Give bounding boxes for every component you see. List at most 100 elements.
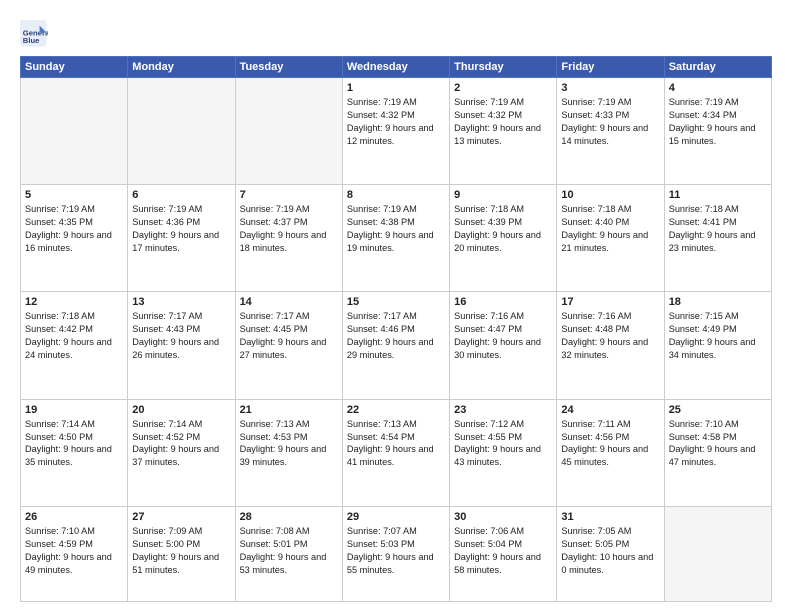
cell-info: Sunrise: 7:18 AMSunset: 4:39 PMDaylight:… bbox=[454, 203, 552, 255]
cell-info: Sunrise: 7:09 AMSunset: 5:00 PMDaylight:… bbox=[132, 525, 230, 577]
calendar-cell: 26Sunrise: 7:10 AMSunset: 4:59 PMDayligh… bbox=[21, 506, 128, 601]
day-number: 30 bbox=[454, 511, 552, 523]
calendar-cell: 9 Sunrise: 7:18 AMSunset: 4:39 PMDaylight… bbox=[450, 185, 557, 292]
calendar-header-row: SundayMondayTuesdayWednesdayThursdayFrid… bbox=[21, 57, 772, 78]
calendar-cell: 16 Sunrise: 7:16 AMSunset: 4:47 PMDayligh… bbox=[450, 292, 557, 399]
day-number: 16 bbox=[454, 296, 552, 308]
calendar-cell: 11Sunrise: 7:18 AMSunset: 4:41 PMDayligh… bbox=[664, 185, 771, 292]
day-header-saturday: Saturday bbox=[664, 57, 771, 78]
cell-info: Sunrise: 7:18 AMSunset: 4:40 PMDaylight:… bbox=[561, 203, 659, 255]
calendar-cell: 15Sunrise: 7:17 AMSunset: 4:46 PMDayligh… bbox=[342, 292, 449, 399]
cell-info: Sunrise: 7:19 AMSunset: 4:33 PMDaylight:… bbox=[561, 96, 659, 148]
calendar-cell: 4 Sunrise: 7:19 AMSunset: 4:34 PMDaylight… bbox=[664, 78, 771, 185]
calendar-cell bbox=[21, 78, 128, 185]
cell-info: Sunrise: 7:10 AMSunset: 4:58 PMDaylight:… bbox=[669, 418, 767, 470]
day-number: 6 bbox=[132, 189, 230, 201]
calendar-cell: 17 Sunrise: 7:16 AMSunset: 4:48 PMDayligh… bbox=[557, 292, 664, 399]
cell-info: Sunrise: 7:19 AMSunset: 4:32 PMDaylight:… bbox=[454, 96, 552, 148]
calendar-cell: 10 Sunrise: 7:18 AMSunset: 4:40 PMDayligh… bbox=[557, 185, 664, 292]
day-number: 22 bbox=[347, 404, 445, 416]
day-number: 29 bbox=[347, 511, 445, 523]
week-row-1: 5 Sunrise: 7:19 AMSunset: 4:35 PMDaylight… bbox=[21, 185, 772, 292]
calendar-cell: 18 Sunrise: 7:15 AMSunset: 4:49 PMDayligh… bbox=[664, 292, 771, 399]
day-number: 20 bbox=[132, 404, 230, 416]
calendar-cell: 25Sunrise: 7:10 AMSunset: 4:58 PMDayligh… bbox=[664, 399, 771, 506]
cell-info: Sunrise: 7:16 AMSunset: 4:48 PMDaylight:… bbox=[561, 310, 659, 362]
cell-info: Sunrise: 7:19 AMSunset: 4:34 PMDaylight:… bbox=[669, 96, 767, 148]
calendar-cell: 20 Sunrise: 7:14 AMSunset: 4:52 PMDayligh… bbox=[128, 399, 235, 506]
cell-info: Sunrise: 7:19 AMSunset: 4:32 PMDaylight:… bbox=[347, 96, 445, 148]
calendar-cell: 13Sunrise: 7:17 AMSunset: 4:43 PMDayligh… bbox=[128, 292, 235, 399]
calendar-cell: 27 Sunrise: 7:09 AMSunset: 5:00 PMDayligh… bbox=[128, 506, 235, 601]
day-header-tuesday: Tuesday bbox=[235, 57, 342, 78]
day-number: 27 bbox=[132, 511, 230, 523]
cell-info: Sunrise: 7:16 AMSunset: 4:47 PMDaylight:… bbox=[454, 310, 552, 362]
day-number: 28 bbox=[240, 511, 338, 523]
logo-icon: General Blue bbox=[20, 20, 48, 48]
calendar-cell bbox=[235, 78, 342, 185]
calendar-cell: 5 Sunrise: 7:19 AMSunset: 4:35 PMDaylight… bbox=[21, 185, 128, 292]
day-number: 19 bbox=[25, 404, 123, 416]
week-row-2: 12 Sunrise: 7:18 AMSunset: 4:42 PMDayligh… bbox=[21, 292, 772, 399]
cell-info: Sunrise: 7:13 AMSunset: 4:53 PMDaylight:… bbox=[240, 418, 338, 470]
day-number: 12 bbox=[25, 296, 123, 308]
cell-info: Sunrise: 7:18 AMSunset: 4:41 PMDaylight:… bbox=[669, 203, 767, 255]
cell-info: Sunrise: 7:08 AMSunset: 5:01 PMDaylight:… bbox=[240, 525, 338, 577]
day-number: 7 bbox=[240, 189, 338, 201]
cell-info: Sunrise: 7:18 AMSunset: 4:42 PMDaylight:… bbox=[25, 310, 123, 362]
cell-info: Sunrise: 7:17 AMSunset: 4:43 PMDaylight:… bbox=[132, 310, 230, 362]
cell-info: Sunrise: 7:12 AMSunset: 4:55 PMDaylight:… bbox=[454, 418, 552, 470]
calendar-cell: 22Sunrise: 7:13 AMSunset: 4:54 PMDayligh… bbox=[342, 399, 449, 506]
svg-text:Blue: Blue bbox=[23, 36, 40, 45]
day-number: 17 bbox=[561, 296, 659, 308]
page: General Blue SundayMondayTuesdayWednesda… bbox=[0, 0, 792, 612]
cell-info: Sunrise: 7:15 AMSunset: 4:49 PMDaylight:… bbox=[669, 310, 767, 362]
calendar-cell: 7Sunrise: 7:19 AMSunset: 4:37 PMDaylight… bbox=[235, 185, 342, 292]
cell-info: Sunrise: 7:19 AMSunset: 4:35 PMDaylight:… bbox=[25, 203, 123, 255]
day-header-wednesday: Wednesday bbox=[342, 57, 449, 78]
calendar-cell: 1 Sunrise: 7:19 AMSunset: 4:32 PMDaylight… bbox=[342, 78, 449, 185]
cell-info: Sunrise: 7:17 AMSunset: 4:46 PMDaylight:… bbox=[347, 310, 445, 362]
calendar-cell: 3Sunrise: 7:19 AMSunset: 4:33 PMDaylight… bbox=[557, 78, 664, 185]
calendar-cell: 28 Sunrise: 7:08 AMSunset: 5:01 PMDayligh… bbox=[235, 506, 342, 601]
day-number: 8 bbox=[347, 189, 445, 201]
day-number: 2 bbox=[454, 82, 552, 94]
day-number: 9 bbox=[454, 189, 552, 201]
cell-info: Sunrise: 7:11 AMSunset: 4:56 PMDaylight:… bbox=[561, 418, 659, 470]
week-row-4: 26Sunrise: 7:10 AMSunset: 4:59 PMDayligh… bbox=[21, 506, 772, 601]
day-number: 18 bbox=[669, 296, 767, 308]
cell-info: Sunrise: 7:14 AMSunset: 4:50 PMDaylight:… bbox=[25, 418, 123, 470]
logo: General Blue bbox=[20, 20, 52, 48]
day-number: 23 bbox=[454, 404, 552, 416]
day-number: 10 bbox=[561, 189, 659, 201]
calendar-table: SundayMondayTuesdayWednesdayThursdayFrid… bbox=[20, 56, 772, 602]
calendar-cell: 24 Sunrise: 7:11 AMSunset: 4:56 PMDayligh… bbox=[557, 399, 664, 506]
day-header-monday: Monday bbox=[128, 57, 235, 78]
cell-info: Sunrise: 7:19 AMSunset: 4:38 PMDaylight:… bbox=[347, 203, 445, 255]
week-row-0: 1 Sunrise: 7:19 AMSunset: 4:32 PMDaylight… bbox=[21, 78, 772, 185]
calendar-cell: 23 Sunrise: 7:12 AMSunset: 4:55 PMDayligh… bbox=[450, 399, 557, 506]
calendar-cell: 29 Sunrise: 7:07 AMSunset: 5:03 PMDayligh… bbox=[342, 506, 449, 601]
day-number: 31 bbox=[561, 511, 659, 523]
day-header-sunday: Sunday bbox=[21, 57, 128, 78]
calendar-cell bbox=[128, 78, 235, 185]
calendar-cell: 2 Sunrise: 7:19 AMSunset: 4:32 PMDaylight… bbox=[450, 78, 557, 185]
day-number: 5 bbox=[25, 189, 123, 201]
day-number: 26 bbox=[25, 511, 123, 523]
calendar-cell: 19 Sunrise: 7:14 AMSunset: 4:50 PMDayligh… bbox=[21, 399, 128, 506]
calendar-cell bbox=[664, 506, 771, 601]
calendar-cell: 21Sunrise: 7:13 AMSunset: 4:53 PMDayligh… bbox=[235, 399, 342, 506]
cell-info: Sunrise: 7:05 AMSunset: 5:05 PMDaylight:… bbox=[561, 525, 659, 577]
calendar-cell: 8 Sunrise: 7:19 AMSunset: 4:38 PMDaylight… bbox=[342, 185, 449, 292]
day-header-thursday: Thursday bbox=[450, 57, 557, 78]
cell-info: Sunrise: 7:06 AMSunset: 5:04 PMDaylight:… bbox=[454, 525, 552, 577]
cell-info: Sunrise: 7:07 AMSunset: 5:03 PMDaylight:… bbox=[347, 525, 445, 577]
header: General Blue bbox=[20, 16, 772, 48]
day-number: 1 bbox=[347, 82, 445, 94]
calendar-cell: 30 Sunrise: 7:06 AMSunset: 5:04 PMDayligh… bbox=[450, 506, 557, 601]
cell-info: Sunrise: 7:14 AMSunset: 4:52 PMDaylight:… bbox=[132, 418, 230, 470]
day-number: 24 bbox=[561, 404, 659, 416]
day-number: 4 bbox=[669, 82, 767, 94]
cell-info: Sunrise: 7:19 AMSunset: 4:36 PMDaylight:… bbox=[132, 203, 230, 255]
calendar-cell: 31 Sunrise: 7:05 AMSunset: 5:05 PMDayligh… bbox=[557, 506, 664, 601]
